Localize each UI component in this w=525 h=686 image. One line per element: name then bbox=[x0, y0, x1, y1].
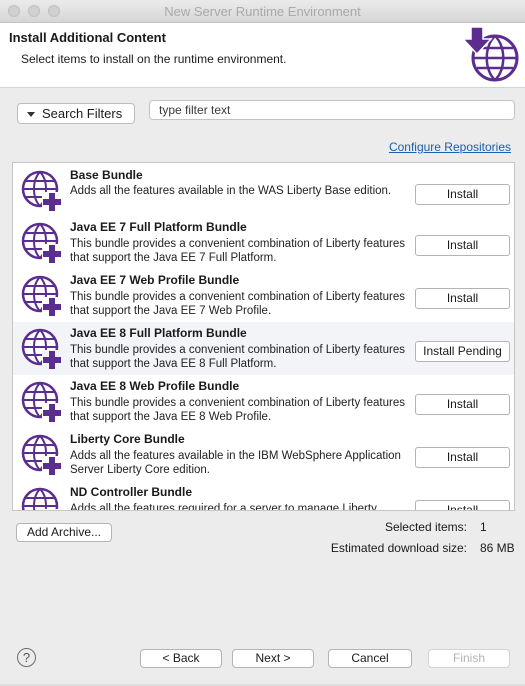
download-globe-logo-icon bbox=[461, 26, 519, 82]
add-archive-button[interactable]: Add Archive... bbox=[16, 523, 112, 542]
window-titlebar: New Server Runtime Environment bbox=[0, 0, 525, 23]
search-filters-button[interactable]: Search Filters bbox=[17, 103, 135, 124]
install-button[interactable]: Install bbox=[415, 235, 510, 256]
bundle-name: Liberty Core Bundle bbox=[70, 432, 185, 446]
bundle-description: This bundle provides a convenient combin… bbox=[70, 344, 405, 370]
bundle-globe-add-icon bbox=[21, 275, 62, 317]
bundle-globe-add-icon bbox=[21, 222, 62, 264]
bundle-globe-add-icon bbox=[21, 487, 62, 510]
page-title: Install Additional Content bbox=[9, 30, 166, 45]
download-size-value: 86 MB bbox=[480, 541, 515, 555]
bundle-row-nd-controller: ND Controller Bundle Adds all the featur… bbox=[13, 481, 514, 511]
bundle-name: Java EE 7 Full Platform Bundle bbox=[70, 220, 247, 234]
cancel-button[interactable]: Cancel bbox=[328, 649, 412, 668]
dropdown-triangle-icon bbox=[27, 112, 35, 117]
bundle-description: Adds all the features available in the W… bbox=[70, 185, 392, 197]
bundle-name: Java EE 8 Full Platform Bundle bbox=[70, 326, 247, 340]
help-icon[interactable]: ? bbox=[17, 648, 36, 667]
download-size-label: Estimated download size: bbox=[330, 541, 467, 555]
bundle-name: Java EE 8 Web Profile Bundle bbox=[70, 379, 240, 393]
search-filters-label: Search Filters bbox=[42, 106, 123, 121]
dialog-header: Install Additional Content Select items … bbox=[0, 23, 525, 88]
bundle-row-javaee7-full: Java EE 7 Full Platform Bundle This bund… bbox=[13, 216, 514, 269]
bundle-globe-add-icon bbox=[21, 170, 62, 212]
bundle-list[interactable]: Base Bundle Adds all the features availa… bbox=[12, 162, 515, 511]
install-button[interactable]: Install bbox=[415, 500, 510, 510]
next-button[interactable]: Next > bbox=[232, 649, 314, 668]
bundle-name: Java EE 7 Web Profile Bundle bbox=[70, 273, 240, 287]
install-button[interactable]: Install bbox=[415, 288, 510, 309]
install-button[interactable]: Install bbox=[415, 184, 510, 205]
back-button[interactable]: < Back bbox=[140, 649, 222, 668]
install-button[interactable]: Install bbox=[415, 447, 510, 468]
bundle-row-javaee7-web: Java EE 7 Web Profile Bundle This bundle… bbox=[13, 269, 514, 322]
bundle-globe-add-icon bbox=[21, 328, 62, 370]
configure-repositories-link[interactable]: Configure Repositories bbox=[389, 140, 511, 154]
bundle-globe-add-icon bbox=[21, 381, 62, 423]
selected-items-value: 1 bbox=[480, 520, 487, 534]
bundle-description: Adds all the features required for a ser… bbox=[70, 503, 377, 511]
page-description: Select items to install on the runtime e… bbox=[21, 52, 287, 66]
bundle-row-javaee8-web: Java EE 8 Web Profile Bundle This bundle… bbox=[13, 375, 514, 428]
bundle-description: Adds all the features available in the I… bbox=[70, 450, 401, 476]
bundle-row-javaee8-full: Java EE 8 Full Platform Bundle This bund… bbox=[13, 322, 514, 375]
bundle-row-base: Base Bundle Adds all the features availa… bbox=[13, 163, 514, 216]
selected-items-label: Selected items: bbox=[384, 520, 467, 534]
filter-search-input[interactable] bbox=[149, 100, 515, 120]
install-pending-button[interactable]: Install Pending bbox=[415, 341, 510, 362]
bundle-globe-add-icon bbox=[21, 434, 62, 476]
bundle-description: This bundle provides a convenient combin… bbox=[70, 291, 405, 317]
bundle-name: Base Bundle bbox=[70, 168, 143, 182]
bundle-description: This bundle provides a convenient combin… bbox=[70, 397, 405, 423]
install-button[interactable]: Install bbox=[415, 394, 510, 415]
bundle-name: ND Controller Bundle bbox=[70, 485, 192, 499]
finish-button[interactable]: Finish bbox=[428, 649, 510, 668]
window-title: New Server Runtime Environment bbox=[164, 4, 361, 19]
bundle-row-liberty-core: Liberty Core Bundle Adds all the feature… bbox=[13, 428, 514, 481]
bundle-description: This bundle provides a convenient combin… bbox=[70, 238, 405, 264]
